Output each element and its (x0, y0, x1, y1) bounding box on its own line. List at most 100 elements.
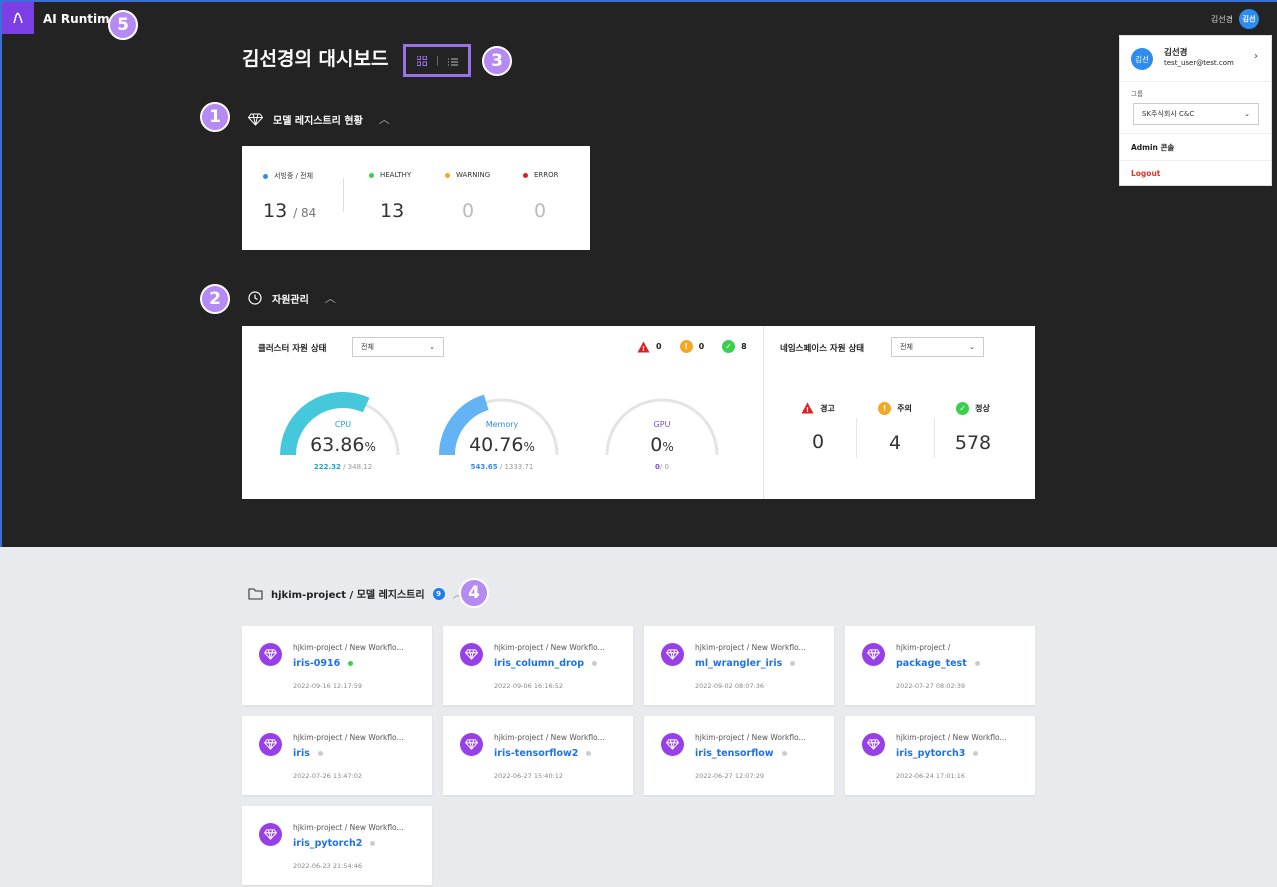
model-card[interactable]: hjkim-project / New Workflo... iris_pytor… (242, 806, 432, 885)
caution-icon: ! (878, 402, 892, 415)
model-name-link[interactable]: ml_wrangler_iris (695, 658, 782, 669)
ns-warning-label: 경고 (820, 403, 835, 413)
stat-divider (343, 178, 344, 212)
group-label: 그룹 (1131, 90, 1143, 98)
menu-divider (1120, 160, 1271, 161)
model-timestamp: 2022-09-16 12:17:59 (293, 682, 363, 690)
model-name-link[interactable]: package_test (896, 658, 967, 669)
header-user[interactable]: 김선경 김선 (1211, 9, 1259, 29)
check-circle-icon: ✓ (956, 402, 970, 415)
chevron-right-icon[interactable]: › (1254, 51, 1258, 62)
model-name-link[interactable]: iris_tensorflow (695, 748, 774, 759)
model-name-row: iris_pytorch2 (293, 838, 376, 849)
view-toggle[interactable] (403, 44, 471, 77)
model-timestamp: 2022-07-26 13:47:02 (293, 772, 363, 780)
alert-red-count: 0 (656, 342, 662, 351)
admin-console-link[interactable]: Admin 콘솔 (1131, 142, 1174, 153)
total-value: / 84 (293, 206, 317, 220)
model-name-row: iris_tensorflow (695, 748, 787, 759)
healthy-stat: HEALTHY (369, 171, 411, 179)
cpu-used: 222.32 (313, 463, 341, 471)
alert-orange-count: 0 (698, 342, 705, 351)
ns-caution-head: ! 주의 (857, 402, 933, 415)
warning-dot (445, 172, 450, 178)
model-path: hjkim-project / New Workflo... (896, 733, 1007, 742)
group-select-value: SK주식회사 C&C (1142, 110, 1195, 118)
diamond-icon (248, 113, 263, 126)
model-name-link[interactable]: iris-tensorflow2 (494, 748, 578, 759)
memory-label: Memory (485, 420, 519, 429)
model-card[interactable]: hjkim-project / New Workflo... iris_tenso… (644, 716, 834, 795)
error-value: 0 (534, 200, 547, 222)
model-diamond-icon (259, 733, 282, 756)
ns-normal-value: 578 (954, 432, 992, 454)
model-path: hjkim-project / New Workflo... (293, 643, 404, 652)
cpu-label: CPU (334, 420, 352, 429)
gpu-label: GPU (653, 420, 671, 429)
cluster-select[interactable]: 전체 ⌄ (352, 337, 444, 357)
model-name-row: iris-0916 (293, 658, 354, 669)
model-name-link[interactable]: iris-0916 (293, 658, 340, 669)
ns-normal: ✓ 정상 578 (935, 402, 1011, 454)
healthy-dot (369, 172, 374, 178)
model-name-link[interactable]: iris_pytorch2 (293, 838, 362, 849)
toggle-divider (436, 55, 438, 66)
warning-triangle-icon: ! (801, 402, 814, 414)
model-diamond-icon (661, 643, 684, 666)
gpu-total: / 0 (659, 463, 669, 471)
cluster-alerts: ! 0 ! 0 ✓ 8 (637, 340, 747, 353)
model-card[interactable]: hjkim-project / New Workflo... iris_pytor… (845, 716, 1035, 795)
resources-header[interactable]: 자원관리 ︿ (248, 290, 336, 306)
gpu-usage: 0/ 0 (597, 463, 727, 471)
menu-user-name: 김선경 (1164, 48, 1188, 58)
serving-values: 13 / 84 (263, 200, 316, 222)
cpu-total: / 348.12 (343, 463, 373, 471)
model-registry-title: 모델 레지스트리 현황 (273, 115, 363, 127)
group-select[interactable]: SK주식회사 C&C ⌄ (1133, 103, 1259, 125)
clock-icon (248, 291, 262, 305)
model-card[interactable]: hjkim-project / package_test 2022-07-27 08… (845, 626, 1035, 705)
gpu-unit: % (662, 440, 674, 454)
check-circle-icon: ✓ (722, 340, 736, 353)
user-menu: 김선 김선경 test_user@test.com › 그룹 SK주식회사 C&… (1119, 35, 1272, 186)
model-name-link[interactable]: iris (293, 748, 310, 759)
header-avatar[interactable]: 김선 (1239, 9, 1259, 29)
model-status-dot (974, 661, 980, 666)
model-card[interactable]: hjkim-project / New Workflo... iris 2022-0… (242, 716, 432, 795)
model-path: hjkim-project / (896, 643, 951, 652)
marker-5: 5 (108, 10, 138, 40)
list-view-icon[interactable] (447, 51, 458, 70)
model-name-row: ml_wrangler_iris (695, 658, 796, 669)
resources-card: 클러스터 자원 상태 전체 ⌄ ! 0 ! 0 ✓ 8 CPU 63.86% 2… (242, 326, 1035, 499)
model-card[interactable]: hjkim-project / New Workflo... iris-tenso… (443, 716, 633, 795)
model-registry-header[interactable]: 모델 레지스트리 현황 ︿ (248, 111, 390, 127)
warning-label: WARNING (456, 171, 491, 179)
svg-text:!: ! (806, 406, 809, 414)
model-name-link[interactable]: iris_pytorch3 (896, 748, 965, 759)
model-name-link[interactable]: iris_column_drop (494, 658, 584, 669)
app-logo[interactable] (2, 2, 34, 34)
model-card[interactable]: hjkim-project / New Workflo... iris-0916 2… (242, 626, 432, 705)
model-diamond-icon (862, 643, 885, 666)
ns-normal-head: ✓ 정상 (935, 402, 1011, 415)
grid-view-icon[interactable] (416, 51, 427, 70)
logo-icon (13, 12, 23, 24)
project-header[interactable]: hjkim-project / 모델 레지스트리 9 ︿ (248, 586, 463, 601)
model-status-dot (370, 841, 376, 846)
ns-select[interactable]: 전체 ⌄ (891, 337, 984, 357)
memory-unit: % (523, 440, 535, 454)
logout-link[interactable]: Logout (1131, 169, 1160, 178)
menu-divider (1120, 133, 1271, 134)
header-user-name: 김선경 (1210, 14, 1233, 24)
ns-warning: ! 경고 0 (780, 402, 856, 453)
marker-3: 3 (482, 46, 512, 76)
error-stat: ERROR (523, 171, 559, 179)
collapse-chevron-icon[interactable]: ︿ (325, 290, 336, 306)
model-card[interactable]: hjkim-project / New Workflo... iris_colum… (443, 626, 633, 705)
model-card[interactable]: hjkim-project / New Workflo... ml_wrangle… (644, 626, 834, 705)
collapse-chevron-icon[interactable]: ︿ (379, 111, 390, 127)
model-path: hjkim-project / New Workflo... (494, 643, 605, 652)
model-name-row: iris_pytorch3 (896, 748, 979, 759)
error-dot (523, 172, 528, 178)
model-status-dot (348, 661, 354, 666)
